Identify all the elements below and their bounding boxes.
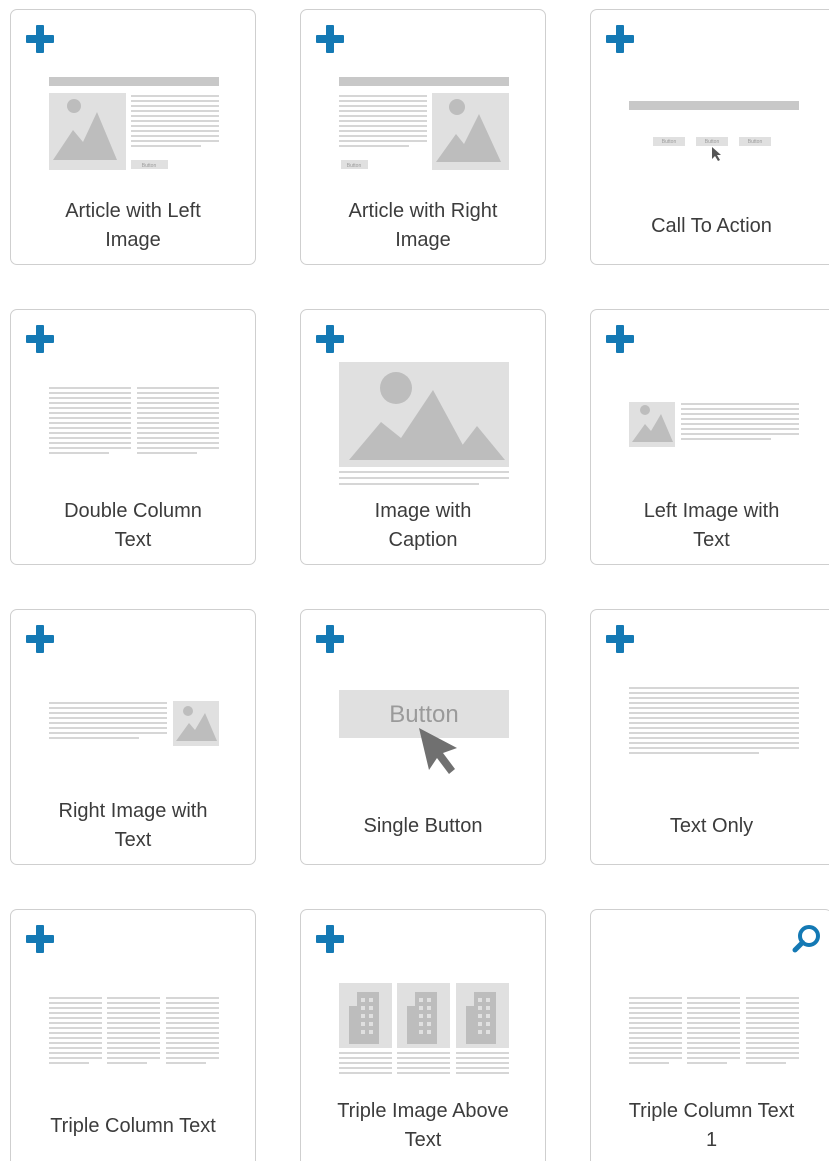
thumbnail-article-right-image: Button (339, 77, 509, 170)
thumbnail-button-text: Button (347, 163, 362, 169)
thumbnail-double-column-text (49, 387, 219, 454)
card-label: Single Button (363, 814, 483, 837)
template-card-triple-column-text[interactable]: Triple Column Text (10, 909, 256, 1161)
thumbnail-button-text: Button (142, 163, 157, 169)
card-label: Triple Column Text (50, 1114, 216, 1137)
card-label: Double Column Text (64, 500, 202, 551)
template-card-article-right-image[interactable]: Button Article with Right Image (300, 9, 546, 265)
card-label: Triple Image Above Text (337, 1100, 509, 1151)
template-card-triple-image-above-text[interactable]: Triple Image Above Text (300, 909, 546, 1161)
template-card-triple-column-text-1[interactable]: Triple Column Text 1 (590, 909, 829, 1161)
card-label: Article with Right Image (348, 200, 498, 251)
card-label: Article with Left Image (65, 200, 201, 251)
thumbnail-text-only (629, 687, 799, 754)
thumbnail-left-image-with-text (629, 402, 799, 447)
thumbnail-right-image-with-text (49, 701, 219, 746)
template-card-text-only[interactable]: Text Only (590, 609, 829, 865)
thumbnail-image-with-caption (339, 362, 509, 485)
card-label: Right Image with Text (58, 800, 208, 851)
thumbnail-triple-column-text-1 (629, 997, 799, 1064)
template-card-left-image-with-text[interactable]: Left Image with Text (590, 309, 829, 565)
thumbnail-triple-column-text (49, 997, 219, 1064)
thumbnail-single-button: Button (339, 690, 509, 774)
template-card-double-column-text[interactable]: Double Column Text (10, 309, 256, 565)
template-card-article-left-image[interactable]: Button Article with Left Image (10, 9, 256, 265)
card-label: Call To Action (651, 214, 772, 237)
card-label: Text Only (669, 814, 754, 837)
thumbnail-button-text: Button (705, 139, 720, 145)
thumbnail-article-left-image: Button (49, 77, 219, 170)
thumbnail-button-text: Button (389, 701, 458, 728)
card-label: Image with Caption (374, 500, 472, 551)
template-card-right-image-with-text[interactable]: Right Image with Text (10, 609, 256, 865)
template-card-single-button[interactable]: Button Single Button (300, 609, 546, 865)
thumbnail-button-text: Button (748, 139, 763, 145)
card-label: Left Image with Text (643, 500, 780, 551)
thumbnail-button-text: Button (662, 139, 677, 145)
thumbnail-call-to-action: Button Button Button (629, 101, 799, 161)
template-card-call-to-action[interactable]: Button Button Button Call To Action (590, 9, 829, 265)
template-card-image-with-caption[interactable]: Image with Caption (300, 309, 546, 565)
card-label: Triple Column Text 1 (628, 1100, 795, 1151)
thumbnail-triple-image-above-text (339, 983, 509, 1074)
